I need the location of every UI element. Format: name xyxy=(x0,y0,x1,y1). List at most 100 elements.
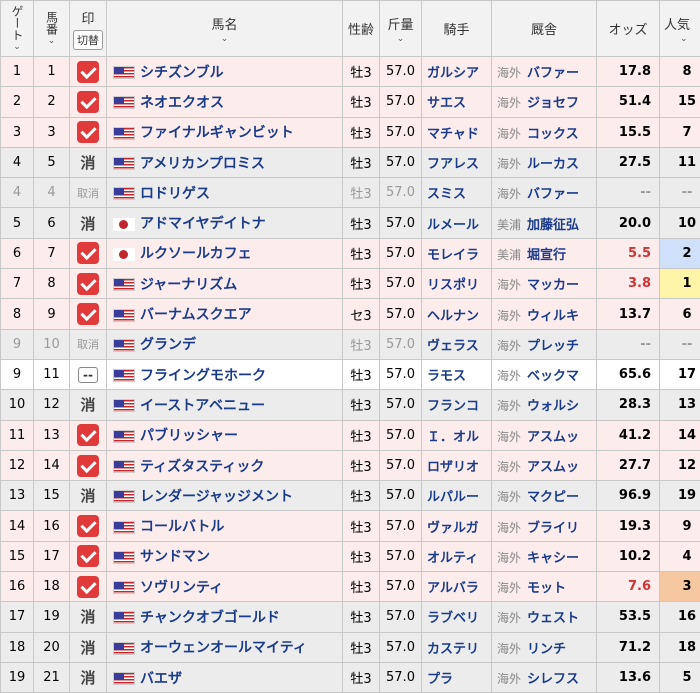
gate-header[interactable]: ゲート ⌄ xyxy=(1,1,34,57)
trainer-cell[interactable]: 海外マクピー xyxy=(492,481,597,511)
mark-cell[interactable]: 取消 xyxy=(70,329,107,359)
checkmark-icon[interactable] xyxy=(77,273,99,295)
delete-mark[interactable]: 消 xyxy=(80,487,95,505)
jockey-cell[interactable]: ガルシア xyxy=(422,57,492,87)
jockey-link[interactable]: サエス xyxy=(427,96,466,111)
trainer-cell[interactable]: 海外プレッチ xyxy=(492,329,597,359)
mark-cell[interactable] xyxy=(70,269,107,299)
jockey-link[interactable]: スミス xyxy=(427,187,466,202)
checkmark-icon[interactable] xyxy=(77,424,99,446)
table-row[interactable]: 1113パブリッシャー牡357.0Ｉ．オル海外アスムッ41.214 xyxy=(1,420,700,450)
horse-name-cell[interactable]: レンダージャッジメント xyxy=(107,481,343,511)
mark-cell[interactable]: -- xyxy=(70,359,107,389)
horse-name-link[interactable]: ジャーナリズム xyxy=(140,277,237,293)
trainer-link[interactable]: 加藤征弘 xyxy=(527,218,579,233)
table-row[interactable]: 67ルクソールカフェ牡357.0モレイラ美浦堀宣行5.52 xyxy=(1,238,700,268)
mark-cell[interactable]: 取消 xyxy=(70,178,107,208)
trainer-link[interactable]: モット xyxy=(527,581,566,596)
horse-name-cell[interactable]: バエザ xyxy=(107,662,343,692)
trainer-cell[interactable]: 海外ブライリ xyxy=(492,511,597,541)
delete-mark[interactable]: 消 xyxy=(80,154,95,172)
mark-cell[interactable] xyxy=(70,299,107,329)
trainer-cell[interactable]: 海外シレフス xyxy=(492,662,597,692)
checkmark-icon[interactable] xyxy=(77,303,99,325)
horse-name-cell[interactable]: グランデ xyxy=(107,329,343,359)
horse-name-cell[interactable]: シチズンブル xyxy=(107,57,343,87)
horse-name-link[interactable]: オーウェンオールマイティ xyxy=(140,640,307,656)
jockey-cell[interactable]: マチャド xyxy=(422,117,492,147)
table-row[interactable]: 1820消オーウェンオールマイティ牡357.0カステリ海外リンチ71.218 xyxy=(1,632,700,662)
trainer-cell[interactable]: 美浦堀宣行 xyxy=(492,238,597,268)
trainer-cell[interactable]: 海外バファー xyxy=(492,178,597,208)
horse-name-link[interactable]: フライングモホーク xyxy=(140,368,266,384)
horse-name-link[interactable]: パブリッシャー xyxy=(140,428,238,444)
jockey-cell[interactable]: オルティ xyxy=(422,541,492,571)
jockey-link[interactable]: ルメール xyxy=(427,218,479,233)
jockey-link[interactable]: ロザリオ xyxy=(427,460,479,475)
mark-cell[interactable]: 消 xyxy=(70,147,107,177)
table-row[interactable]: 1517サンドマン牡357.0オルティ海外キャシー10.24 xyxy=(1,541,700,571)
trainer-cell[interactable]: 美浦加藤征弘 xyxy=(492,208,597,238)
horse-name-cell[interactable]: ロドリゲス xyxy=(107,178,343,208)
trainer-cell[interactable]: 海外ウェスト xyxy=(492,602,597,632)
jockey-cell[interactable]: ルメール xyxy=(422,208,492,238)
checkmark-icon[interactable] xyxy=(77,545,99,567)
horse-name-link[interactable]: シチズンブル xyxy=(140,65,224,81)
horse-name-link[interactable]: アメリカンプロミス xyxy=(140,156,265,172)
checkmark-icon[interactable] xyxy=(77,242,99,264)
horse-name-cell[interactable]: ジャーナリズム xyxy=(107,269,343,299)
mark-cell[interactable]: 消 xyxy=(70,602,107,632)
jockey-link[interactable]: ヴェラス xyxy=(427,339,479,354)
trainer-cell[interactable]: 海外バファー xyxy=(492,57,597,87)
horse-name-link[interactable]: ファイナルギャンビット xyxy=(140,125,294,141)
popularity-header[interactable]: 人気 ⌄ xyxy=(660,1,700,57)
horse-name-cell[interactable]: チャンクオブゴールド xyxy=(107,602,343,632)
delete-mark[interactable]: 消 xyxy=(80,608,95,626)
table-row[interactable]: 89バーナムスクエアセ357.0ヘルナン海外ウィルキ13.76 xyxy=(1,299,700,329)
jockey-cell[interactable]: ラブベリ xyxy=(422,602,492,632)
table-row[interactable]: 1618ソヴリンティ牡357.0アルバラ海外モット7.63 xyxy=(1,572,700,602)
jockey-cell[interactable]: スミス xyxy=(422,178,492,208)
trainer-link[interactable]: マッカー xyxy=(527,278,579,293)
horse-name-link[interactable]: ソヴリンティ xyxy=(140,580,223,596)
checkmark-icon[interactable] xyxy=(77,61,99,83)
jockey-cell[interactable]: Ｉ．オル xyxy=(422,420,492,450)
horse-name-link[interactable]: ロドリゲス xyxy=(140,186,210,202)
jockey-cell[interactable]: プラ xyxy=(422,662,492,692)
table-row[interactable]: 1012消イーストアベニュー牡357.0フランコ海外ウォルシ28.313 xyxy=(1,390,700,420)
trainer-cell[interactable]: 海外モット xyxy=(492,572,597,602)
table-row[interactable]: 1315消レンダージャッジメント牡357.0ルパルー海外マクピー96.919 xyxy=(1,481,700,511)
horse-name-cell[interactable]: バーナムスクエア xyxy=(107,299,343,329)
jockey-cell[interactable]: ルパルー xyxy=(422,481,492,511)
trainer-link[interactable]: バファー xyxy=(527,66,579,81)
trainer-cell[interactable]: 海外アスムッ xyxy=(492,450,597,480)
number-header[interactable]: 馬番 ⌄ xyxy=(34,1,70,57)
trainer-link[interactable]: ベックマ xyxy=(527,369,579,384)
mark-cell[interactable] xyxy=(70,511,107,541)
table-row[interactable]: 1719消チャンクオブゴールド牡357.0ラブベリ海外ウェスト53.516 xyxy=(1,602,700,632)
horse-name-cell[interactable]: アメリカンプロミス xyxy=(107,147,343,177)
mark-cell[interactable] xyxy=(70,117,107,147)
trainer-link[interactable]: 堀宣行 xyxy=(527,248,566,263)
horse-name-cell[interactable]: ネオエクオス xyxy=(107,87,343,117)
horse-name-link[interactable]: レンダージャッジメント xyxy=(140,489,293,505)
trainer-cell[interactable]: 海外ウィルキ xyxy=(492,299,597,329)
jockey-link[interactable]: ヴァルガ xyxy=(427,521,479,536)
mark-cell[interactable] xyxy=(70,541,107,571)
trainer-link[interactable]: リンチ xyxy=(527,642,566,657)
checkmark-icon[interactable] xyxy=(77,91,99,113)
jockey-link[interactable]: ラブベリ xyxy=(427,611,479,626)
jockey-cell[interactable]: ヘルナン xyxy=(422,299,492,329)
horse-name-link[interactable]: ネオエクオス xyxy=(140,95,224,111)
mark-toggle-button[interactable]: -- xyxy=(78,367,98,383)
trainer-link[interactable]: バファー xyxy=(527,187,579,202)
jockey-link[interactable]: ヘルナン xyxy=(427,309,479,324)
jockey-link[interactable]: プラ xyxy=(427,672,453,687)
trainer-cell[interactable]: 海外ルーカス xyxy=(492,147,597,177)
table-row[interactable]: 45消アメリカンプロミス牡357.0フアレス海外ルーカス27.511 xyxy=(1,147,700,177)
jockey-cell[interactable]: サエス xyxy=(422,87,492,117)
trainer-link[interactable]: ウィルキ xyxy=(527,309,579,324)
table-row[interactable]: 78ジャーナリズム牡357.0リスポリ海外マッカー3.81 xyxy=(1,269,700,299)
trainer-cell[interactable]: 海外リンチ xyxy=(492,632,597,662)
horse-name-link[interactable]: サンドマン xyxy=(140,549,210,565)
